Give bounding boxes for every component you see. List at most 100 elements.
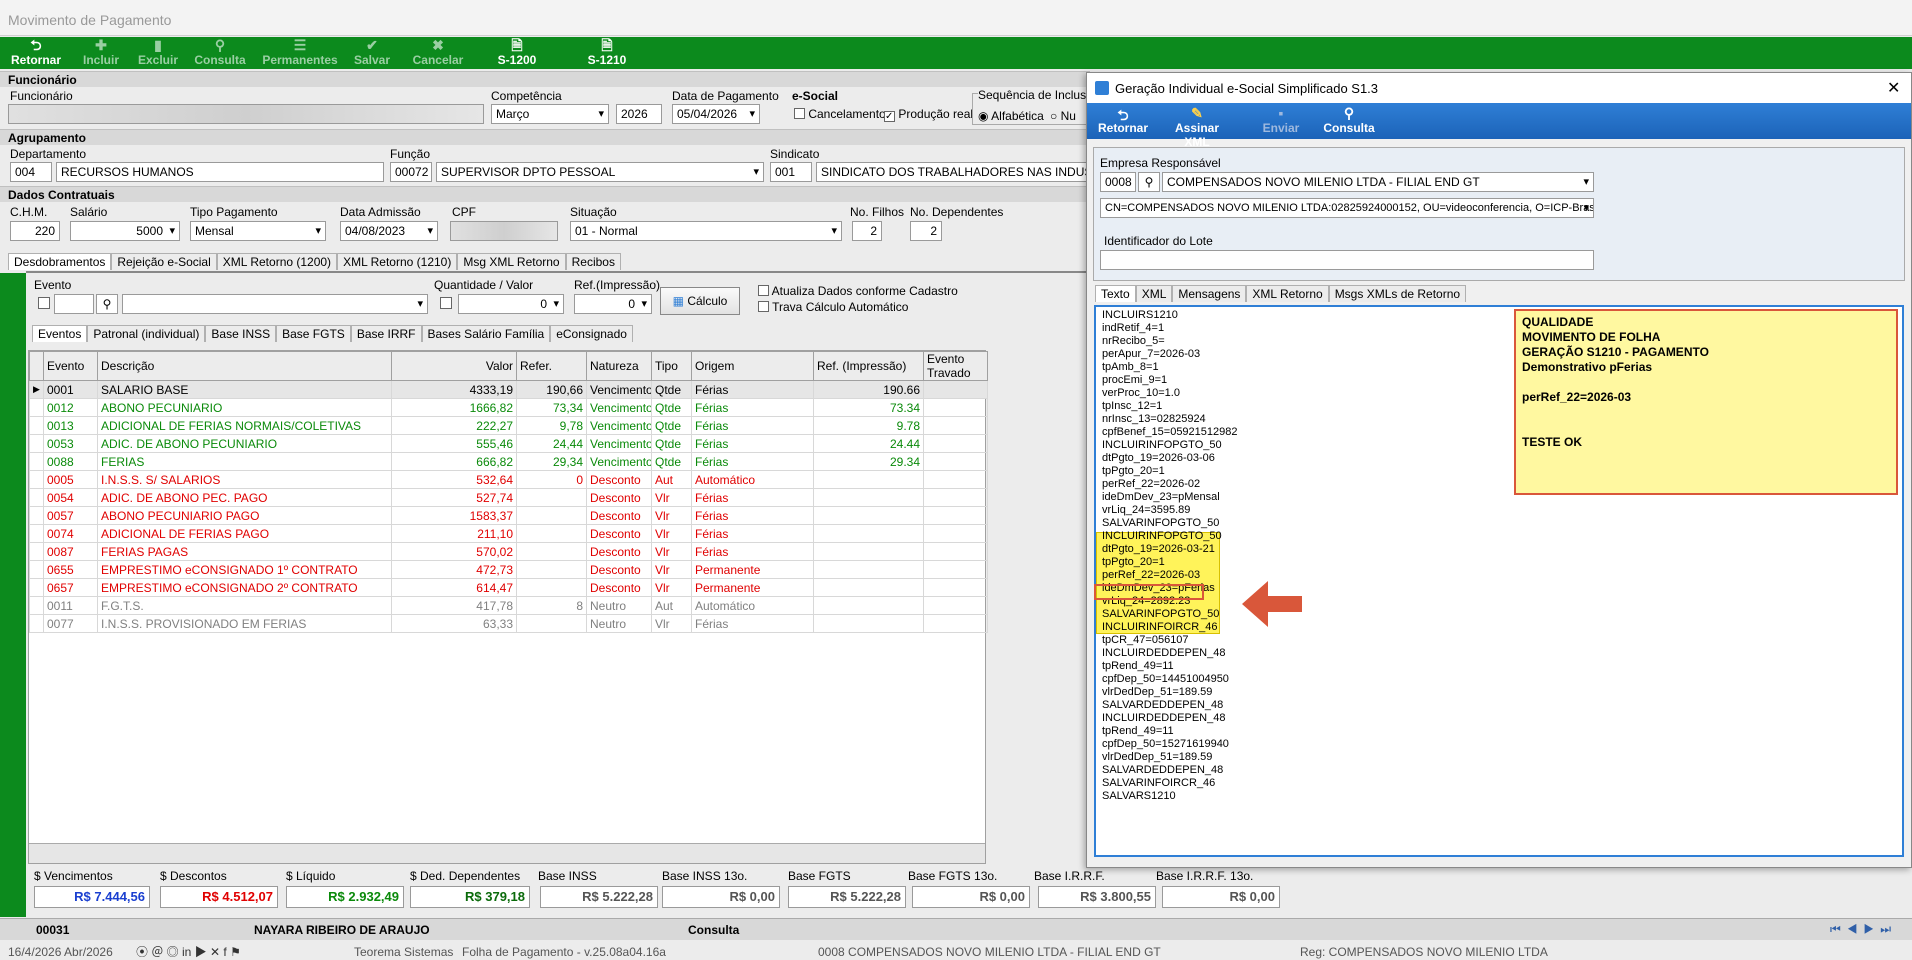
record-navigator[interactable]: ⏮◀▶⏭ — [1830, 922, 1897, 937]
tab-xml-retorno[interactable]: XML Retorno — [1246, 285, 1329, 302]
tab-bases-salario-familia[interactable]: Bases Salário Família — [421, 325, 551, 342]
sindicato-code[interactable]: 001 — [770, 162, 812, 182]
col-refer[interactable]: Refer. — [516, 351, 587, 381]
tab-base-fgts[interactable]: Base FGTS — [276, 325, 351, 342]
calculo-button[interactable]: ▦ Cálculo — [660, 287, 740, 315]
trava-checkbox[interactable]: Trava Cálculo Automático — [758, 300, 908, 314]
enviar-button[interactable]: ▪ Enviar — [1259, 105, 1303, 135]
ref-field[interactable]: 0 — [574, 294, 652, 314]
evento-search-button[interactable]: ⚲ — [96, 294, 118, 314]
table-row[interactable]: 0013 ADICIONAL DE FERIAS NORMAIS/COLETIVA… — [29, 416, 988, 435]
table-row[interactable]: 0074 ADICIONAL DE FERIAS PAGO 211,10 Descon… — [29, 524, 988, 543]
certificado-select[interactable]: CN=COMPENSADOS NOVO MILENIO LTDA:0282592… — [1100, 198, 1594, 218]
table-row[interactable]: 0088 FERIAS 666,82 29,34 Vencimento Qtde Féria… — [29, 452, 988, 471]
salario-field[interactable]: 5000 — [70, 221, 180, 241]
empresa-select[interactable]: COMPENSADOS NOVO MILENIO LTDA - FILIAL E… — [1162, 172, 1594, 192]
producao-real-checkbox[interactable]: ✓ Produção real — [884, 107, 973, 122]
table-row[interactable]: 0005 I.N.S.S. S/ SALARIOS 532,64 0 Desconto A… — [29, 470, 988, 489]
evento-code-field[interactable] — [54, 294, 94, 314]
tab-recibos[interactable]: Recibos — [565, 253, 621, 270]
tipo-pagamento-select[interactable]: Mensal — [190, 221, 326, 241]
qtd-field[interactable]: 0 — [458, 294, 564, 314]
cell-refer — [516, 614, 587, 633]
departamento-code[interactable]: 004 — [10, 162, 52, 182]
cancelamento-checkbox[interactable]: Cancelamento — [794, 107, 886, 121]
qtd-checkbox[interactable] — [440, 297, 452, 309]
main-toolbar: ⮌ Retornar ✚ Incluir ▮ Excluir ⚲ Consulta ☰ P… — [0, 37, 1912, 69]
table-row[interactable]: 0054 ADIC. DE ABONO PEC. PAGO 527,74 Descon… — [29, 488, 988, 507]
funcionario-field[interactable]: x — [8, 104, 484, 124]
tab-patronal[interactable]: Patronal (individual) — [87, 325, 206, 342]
sindicato-field[interactable]: SINDICATO DOS TRABALHADORES NAS INDUSTRI… — [816, 162, 1090, 182]
incluir-button[interactable]: ✚ Incluir — [80, 37, 122, 69]
tab-texto[interactable]: Texto — [1095, 285, 1136, 302]
table-row[interactable]: 0012 ABONO PECUNIARIO 1666,82 73,34 Vencimen… — [29, 398, 988, 417]
dialog-consulta-button[interactable]: ⚲ Consulta — [1321, 105, 1377, 135]
tab-xml-1200[interactable]: XML Retorno (1200) — [216, 253, 338, 270]
col-descricao[interactable]: Descrição — [97, 351, 392, 381]
funcao-select[interactable]: SUPERVISOR DPTO PESSOAL — [436, 162, 764, 182]
atualiza-checkbox[interactable]: Atualiza Dados conforme Cadastro — [758, 284, 958, 298]
evento-checkbox[interactable] — [38, 297, 50, 309]
col-natureza[interactable]: Natureza — [586, 351, 652, 381]
ano-stepper[interactable]: 2026 — [616, 104, 662, 124]
tab-xml-1210[interactable]: XML Retorno (1210) — [337, 253, 458, 270]
admissao-field[interactable]: 04/08/2023 — [340, 221, 438, 241]
tab-rejeicao[interactable]: Rejeição e-Social — [111, 253, 217, 270]
dependentes-field[interactable]: 2 — [910, 221, 942, 241]
retornar-button[interactable]: ⮌ Retornar — [8, 37, 64, 69]
competencia-select[interactable]: Março — [491, 104, 609, 124]
empresa-code[interactable]: 0008 — [1100, 172, 1136, 192]
cell-descricao: ADICIONAL DE FERIAS PAGO — [97, 524, 392, 543]
table-row[interactable]: 0655 EMPRESTIMO eCONSIGNADO 1º CONTRATO 47… — [29, 560, 988, 579]
tab-econsignado[interactable]: eConsignado — [550, 325, 633, 342]
numerica-radio[interactable]: ○ Nu — [1050, 109, 1076, 123]
cancelar-button[interactable]: ✖ Cancelar — [410, 37, 466, 69]
filhos-field[interactable]: 2 — [852, 221, 882, 241]
horizontal-scrollbar[interactable] — [29, 843, 985, 863]
table-row[interactable]: 0057 ABONO PECUNIARIO PAGO 1583,37 Desconto… — [29, 506, 988, 525]
sindicato-label: Sindicato — [770, 147, 820, 161]
col-evento-travado[interactable]: Evento Travado — [923, 351, 988, 381]
col-tipo[interactable]: Tipo — [651, 351, 692, 381]
alfabetica-radio[interactable]: ◉ Alfabética — [978, 109, 1044, 123]
close-icon[interactable]: ✕ — [1887, 78, 1900, 98]
lote-field[interactable] — [1100, 250, 1594, 270]
table-row[interactable]: 0077 I.N.S.S. PROVISIONADO EM FERIAS 63,33… — [29, 614, 988, 633]
assinar-xml-button[interactable]: ✎ Assinar XML — [1161, 105, 1233, 149]
situacao-select[interactable]: 01 - Normal — [570, 221, 842, 241]
s1210-button[interactable]: 🗎 S-1210 — [582, 37, 632, 69]
empresa-search-button[interactable]: ⚲ — [1138, 172, 1160, 192]
cpf-field[interactable]: x — [450, 221, 558, 241]
consulta-button[interactable]: ⚲ Consulta — [194, 37, 246, 69]
tab-base-irrf[interactable]: Base IRRF — [350, 325, 422, 342]
tab-msg-xml[interactable]: Msg XML Retorno — [457, 253, 566, 270]
tab-desdobramentos[interactable]: Desdobramentos — [8, 253, 112, 270]
table-row[interactable]: 0011 F.G.T.S. 417,78 8 Neutro Aut Automático — [29, 596, 988, 615]
col-ref-impressao[interactable]: Ref. (Impressão) — [813, 351, 924, 381]
s1200-button[interactable]: 🗎 S-1200 — [492, 37, 542, 69]
data-pagamento-field[interactable]: 05/04/2026 — [672, 104, 760, 124]
permanentes-button[interactable]: ☰ Permanentes — [260, 37, 340, 69]
dialog-retornar-button[interactable]: ⮌ Retornar — [1097, 105, 1149, 135]
tab-base-inss[interactable]: Base INSS — [205, 325, 277, 342]
salvar-button[interactable]: ✔ Salvar — [352, 37, 392, 69]
table-row[interactable]: ▶ 0001 SALARIO BASE 4333,19 190,66 Vencimento… — [29, 380, 988, 399]
evento-select[interactable] — [122, 294, 428, 314]
excluir-button[interactable]: ▮ Excluir — [136, 37, 180, 69]
col-origem[interactable]: Origem — [691, 351, 814, 381]
tab-msgs-xmls-retorno[interactable]: Msgs XMLs de Retorno — [1328, 285, 1467, 302]
tab-eventos[interactable]: Eventos — [32, 325, 88, 342]
chm-field[interactable]: 220 — [10, 221, 60, 241]
table-row[interactable]: 0087 FERIAS PAGAS 570,02 Desconto Vlr Férias — [29, 542, 988, 561]
social-icons[interactable]: ⦿ ＠ ◎ in ▶ ✕ f ⚑ — [136, 943, 241, 960]
table-row[interactable]: 0053 ADIC. DE ABONO PECUNIARIO 555,46 24,44… — [29, 434, 988, 453]
col-evento[interactable]: Evento — [43, 351, 98, 381]
table-row[interactable]: 0657 EMPRESTIMO eCONSIGNADO 2º CONTRATO 61… — [29, 578, 988, 597]
col-valor[interactable]: Valor — [391, 351, 517, 381]
departamento-field[interactable]: RECURSOS HUMANOS — [56, 162, 384, 182]
tab-mensagens[interactable]: Mensagens — [1172, 285, 1247, 302]
funcao-code[interactable]: 00072 — [390, 162, 432, 182]
tab-xml[interactable]: XML — [1135, 285, 1173, 302]
texto-area[interactable]: INCLUIRS1210 indRetif_4=1 nrRecibo_5= perAp… — [1094, 305, 1904, 857]
